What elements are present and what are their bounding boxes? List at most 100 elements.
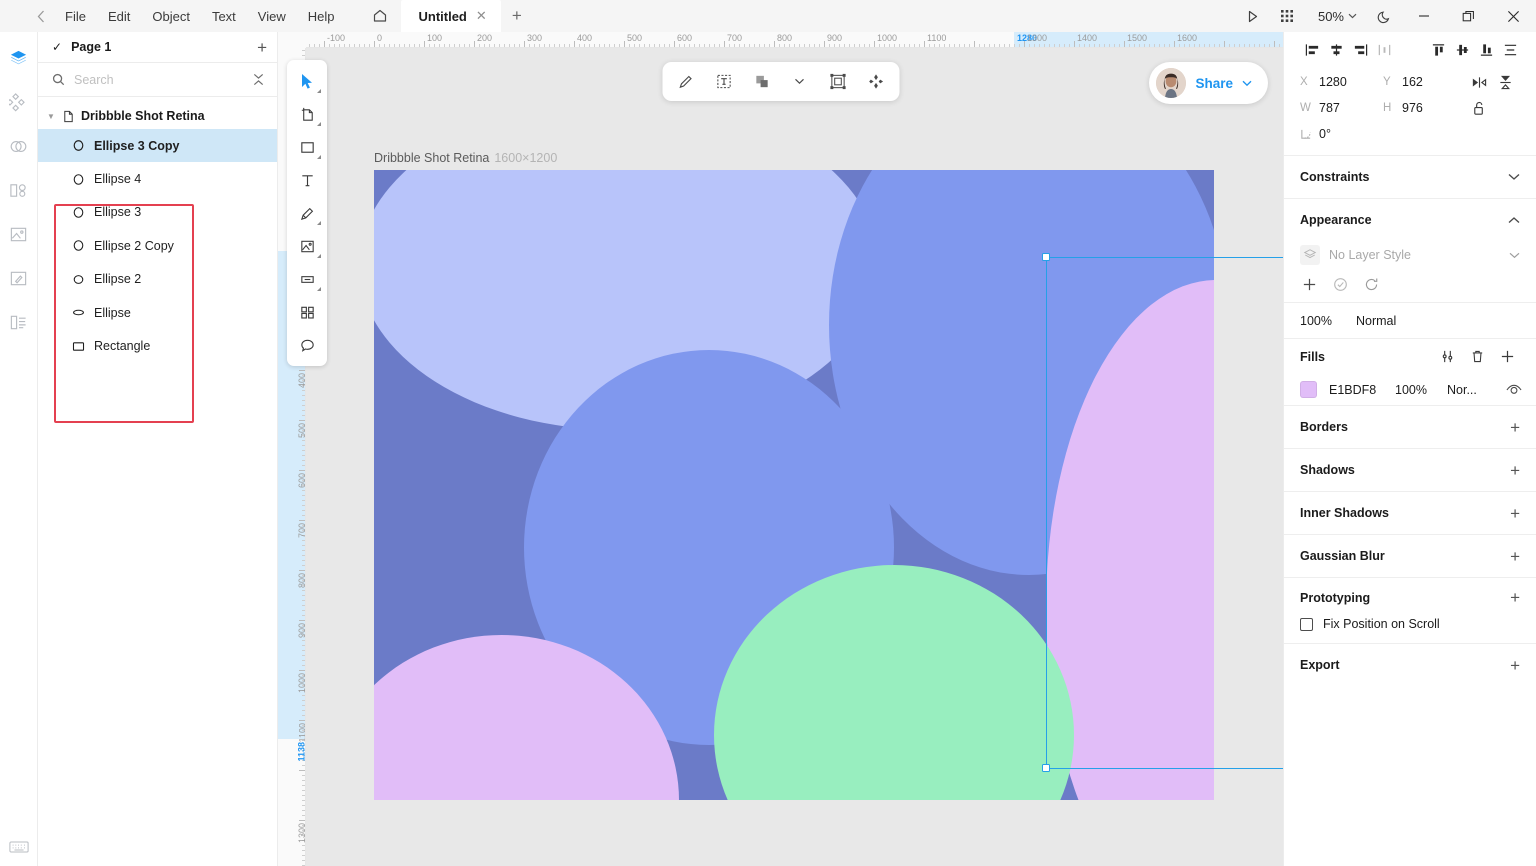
add-export-button[interactable]: + <box>1510 657 1520 674</box>
shadows-section[interactable]: Shadows + <box>1284 448 1536 491</box>
boolean-union-icon[interactable] <box>748 68 775 95</box>
align-left-icon[interactable] <box>1300 38 1324 62</box>
scatter-icon[interactable] <box>862 68 889 95</box>
home-icon[interactable] <box>359 0 401 32</box>
close-icon[interactable]: ✕ <box>476 8 487 24</box>
text-styles-icon[interactable] <box>5 308 33 336</box>
chevron-down-icon[interactable] <box>1508 173 1520 181</box>
layers-icon[interactable] <box>5 44 33 72</box>
collapse-icon[interactable] <box>252 73 265 86</box>
flip-vertical-icon[interactable] <box>1492 75 1518 90</box>
fill-blend-value[interactable]: Nor... <box>1447 383 1506 397</box>
chevron-up-icon[interactable] <box>1508 216 1520 224</box>
fill-row[interactable]: E1BDF8 100% Nor... <box>1284 374 1536 405</box>
h-field[interactable]: H 976 <box>1383 101 1466 115</box>
menu-help[interactable]: Help <box>297 0 346 32</box>
add-inner-shadow-button[interactable]: + <box>1510 505 1520 522</box>
menu-view[interactable]: View <box>247 0 297 32</box>
distribute-v-icon[interactable] <box>1498 38 1522 62</box>
rotation-field[interactable]: 0° <box>1300 127 1383 141</box>
play-icon[interactable] <box>1236 0 1270 32</box>
menu-edit[interactable]: Edit <box>97 0 141 32</box>
add-shadow-button[interactable]: + <box>1510 462 1520 479</box>
chevron-down-icon[interactable] <box>1509 252 1520 259</box>
refresh-icon[interactable] <box>1364 277 1379 292</box>
fill-opacity-value[interactable]: 100% <box>1395 383 1447 397</box>
constraints-section[interactable]: Constraints <box>1284 155 1536 198</box>
layer-row-ellipse[interactable]: Ellipse <box>38 296 277 329</box>
slice-tool[interactable] <box>292 265 322 293</box>
canvas-scroll-area[interactable]: Dribbble Shot Retina 1600×1200 <box>306 48 1283 866</box>
chevron-left-icon[interactable] <box>28 0 54 32</box>
moon-icon[interactable] <box>1367 0 1401 32</box>
align-bottom-icon[interactable] <box>1474 38 1498 62</box>
sliders-icon[interactable] <box>1432 349 1462 364</box>
blend-mode-value[interactable]: Normal <box>1356 314 1396 328</box>
trash-icon[interactable] <box>1462 349 1492 364</box>
page-row[interactable]: ✓ Page 1 + <box>38 32 277 63</box>
layer-row-ellipse-3[interactable]: Ellipse 3 <box>38 196 277 229</box>
layer-row-rectangle[interactable]: Rectangle <box>38 329 277 362</box>
layer-style-row[interactable]: No Layer Style <box>1284 241 1536 269</box>
inner-shadows-section[interactable]: Inner Shadows + <box>1284 491 1536 534</box>
comment-tool[interactable] <box>292 331 322 359</box>
menu-text[interactable]: Text <box>201 0 247 32</box>
align-right-icon[interactable] <box>1348 38 1372 62</box>
gaussian-blur-section[interactable]: Gaussian Blur + <box>1284 534 1536 577</box>
layer-row-ellipse-2[interactable]: Ellipse 2 <box>38 263 277 296</box>
text-tool[interactable] <box>292 166 322 194</box>
add-gaussian-blur-button[interactable]: + <box>1510 548 1520 565</box>
layer-row-ellipse-3-copy[interactable]: Ellipse 3 Copy <box>38 129 277 163</box>
library-icon[interactable] <box>5 176 33 204</box>
chevron-down-icon[interactable] <box>1242 80 1252 87</box>
share-control[interactable]: Share <box>1149 62 1268 104</box>
pencil-icon[interactable] <box>672 68 699 95</box>
mask-icon[interactable] <box>824 68 851 95</box>
horizontal-ruler[interactable]: -100 0 100 200 300 400 500 600 700 800 900 1000 1100… <box>278 32 1283 48</box>
eye-icon[interactable] <box>1506 384 1522 396</box>
export-section[interactable]: Export + <box>1284 643 1536 686</box>
image-tool[interactable] <box>292 232 322 260</box>
x-field[interactable]: X 1280 <box>1300 75 1383 89</box>
appearance-section[interactable]: Appearance <box>1284 198 1536 241</box>
fill-swatch[interactable] <box>1300 381 1317 398</box>
fix-position-row[interactable]: Fix Position on Scroll <box>1284 617 1536 643</box>
create-symbol-icon[interactable] <box>710 68 737 95</box>
artboard[interactable] <box>374 170 1214 800</box>
restore-icon[interactable] <box>1446 0 1491 32</box>
styles-icon[interactable] <box>5 264 33 292</box>
fix-position-checkbox[interactable] <box>1300 617 1313 631</box>
distribute-h-icon[interactable] <box>1372 38 1396 62</box>
layer-row-ellipse-4[interactable]: Ellipse 4 <box>38 162 277 195</box>
borders-section[interactable]: Borders + <box>1284 405 1536 448</box>
opacity-value[interactable]: 100% <box>1300 314 1332 328</box>
component-tool[interactable] <box>292 298 322 326</box>
align-center-h-icon[interactable] <box>1324 38 1348 62</box>
minimize-icon[interactable] <box>1401 0 1446 32</box>
pen-tool[interactable] <box>292 199 322 227</box>
artboard-tool[interactable] <box>292 100 322 128</box>
avatar[interactable] <box>1156 68 1187 98</box>
select-tool[interactable] <box>292 67 322 95</box>
images-icon[interactable] <box>5 220 33 248</box>
layer-row-ellipse-2-copy[interactable]: Ellipse 2 Copy <box>38 229 277 262</box>
artboard-group-row[interactable]: ▼ Dribbble Shot Retina <box>38 103 277 129</box>
grid-apps-icon[interactable] <box>1270 0 1304 32</box>
artboard-label[interactable]: Dribbble Shot Retina 1600×1200 <box>374 151 557 165</box>
add-layer-style-button[interactable] <box>1302 277 1317 292</box>
align-top-icon[interactable] <box>1426 38 1450 62</box>
keyboard-icon[interactable] <box>0 840 38 854</box>
check-circle-icon[interactable] <box>1333 277 1348 292</box>
menu-file[interactable]: File <box>54 0 97 32</box>
prototyping-section[interactable]: Prototyping + <box>1284 577 1536 617</box>
zoom-control[interactable]: 50% <box>1304 0 1367 32</box>
new-tab-button[interactable]: + <box>501 0 533 32</box>
symbols-icon[interactable] <box>5 132 33 160</box>
w-field[interactable]: W 787 <box>1300 101 1383 115</box>
add-prototyping-button[interactable]: + <box>1510 589 1520 606</box>
boolean-chevron-icon[interactable] <box>786 68 813 95</box>
fill-hex-value[interactable]: E1BDF8 <box>1329 383 1395 397</box>
caret-down-icon[interactable]: ▼ <box>47 112 56 121</box>
rectangle-tool[interactable] <box>292 133 322 161</box>
menu-object[interactable]: Object <box>141 0 201 32</box>
